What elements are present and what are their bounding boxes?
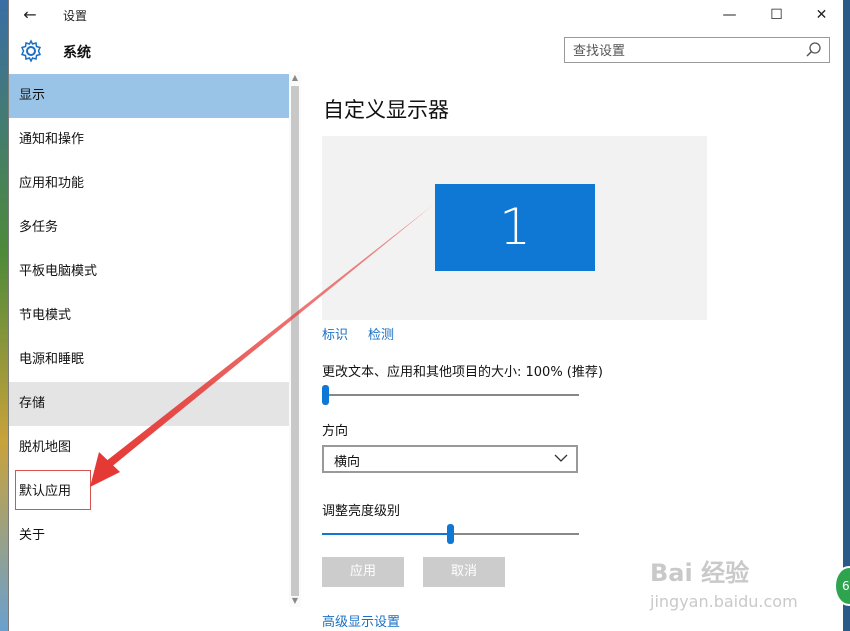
baidu-watermark: Bai 经验 xyxy=(650,559,750,587)
cancel-button[interactable]: 取消 xyxy=(423,557,505,587)
search-input[interactable] xyxy=(571,41,795,61)
brightness-label: 调整亮度级别 xyxy=(322,504,401,519)
search-icon[interactable] xyxy=(805,41,823,59)
display-arrangement-area: 1 xyxy=(322,136,707,320)
page-title: 自定义显示器 xyxy=(323,98,449,122)
back-arrow-icon[interactable]: ← xyxy=(19,4,41,26)
monitor-tile[interactable]: 1 xyxy=(435,184,595,271)
title-bar: ← 设置 — ☐ ✕ xyxy=(9,0,843,30)
settings-sidebar: 显示 通知和操作 应用和功能 多任务 平板电脑模式 节电模式 电源和睡眠 存储 … xyxy=(9,72,289,631)
minimize-icon[interactable]: — xyxy=(707,0,752,30)
scroll-thumb[interactable] xyxy=(291,86,299,596)
sidebar-item-storage[interactable]: 存储 xyxy=(9,382,289,426)
section-title: 系统 xyxy=(63,45,91,61)
slider-thumb[interactable] xyxy=(447,524,454,544)
sidebar-item-offline-maps[interactable]: 脱机地图 xyxy=(9,426,289,470)
advanced-display-settings-link[interactable]: 高级显示设置 xyxy=(322,611,400,630)
chevron-down-icon xyxy=(554,454,568,462)
sidebar-item-battery-saver[interactable]: 节电模式 xyxy=(9,294,289,338)
sidebar-scrollbar[interactable]: ▲ ▼ xyxy=(289,72,301,607)
scroll-down-icon[interactable]: ▼ xyxy=(289,595,301,607)
sidebar-item-apps-features[interactable]: 应用和功能 xyxy=(9,162,289,206)
detect-link[interactable]: 检测 xyxy=(368,324,394,343)
brightness-slider[interactable] xyxy=(322,524,579,544)
scale-slider[interactable] xyxy=(322,385,579,405)
close-icon[interactable]: ✕ xyxy=(799,0,843,30)
orientation-dropdown[interactable]: 横向 xyxy=(322,445,578,473)
annotation-highlight-box xyxy=(15,470,91,510)
orientation-value: 横向 xyxy=(334,455,361,470)
scale-label: 更改文本、应用和其他项目的大小: 100% (推荐) xyxy=(322,365,603,380)
slider-track xyxy=(322,394,579,396)
sidebar-item-display[interactable]: 显示 xyxy=(9,74,289,118)
sidebar-item-notifications[interactable]: 通知和操作 xyxy=(9,118,289,162)
gear-icon xyxy=(20,39,42,63)
sidebar-item-tablet-mode[interactable]: 平板电脑模式 xyxy=(9,250,289,294)
sidebar-item-multitasking[interactable]: 多任务 xyxy=(9,206,289,250)
sidebar-item-about[interactable]: 关于 xyxy=(9,514,289,558)
slider-fill xyxy=(322,533,447,535)
sidebar-item-power-sleep[interactable]: 电源和睡眠 xyxy=(9,338,289,382)
slider-thumb[interactable] xyxy=(322,385,329,405)
maximize-icon[interactable]: ☐ xyxy=(754,0,799,30)
apply-button[interactable]: 应用 xyxy=(322,557,404,587)
baidu-watermark-url: jingyan.baidu.com xyxy=(650,592,798,611)
settings-window: ← 设置 — ☐ ✕ 系统 显示 通知和操作 应用和功能 多任务 平板电脑模式 … xyxy=(8,0,843,631)
orientation-label: 方向 xyxy=(322,424,349,439)
identify-link[interactable]: 标识 xyxy=(322,324,348,343)
scroll-up-icon[interactable]: ▲ xyxy=(289,72,301,84)
desktop-background xyxy=(0,0,8,631)
window-title: 设置 xyxy=(63,9,88,23)
search-box[interactable] xyxy=(564,37,830,63)
display-settings-panel: 自定义显示器 1 标识 检测 更改文本、应用和其他项目的大小: 100% (推荐… xyxy=(301,72,843,631)
settings-header: 系统 xyxy=(9,30,843,72)
